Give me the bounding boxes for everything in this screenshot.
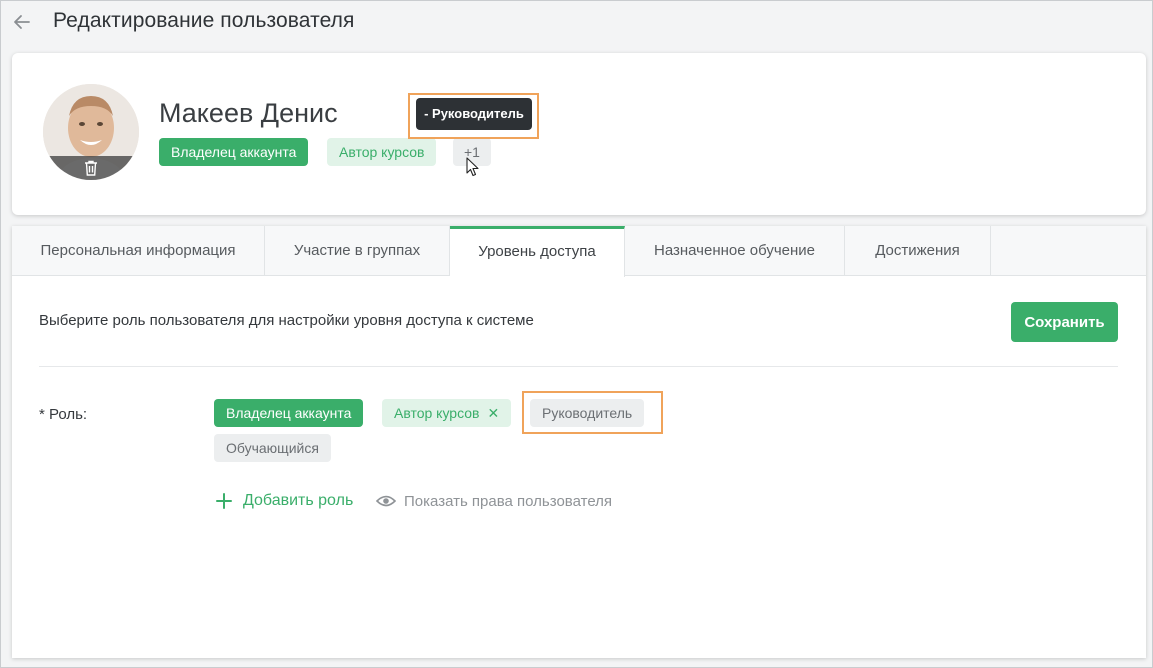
tab-groups[interactable]: Участие в группах: [265, 226, 450, 276]
avatar-delete-overlay[interactable]: [43, 156, 139, 180]
role-tag-learner[interactable]: Обучающийся: [214, 434, 331, 462]
profile-role-tag-author: Автор курсов: [327, 138, 437, 166]
divider: [39, 366, 1118, 367]
show-rights-link[interactable]: Показать права пользователя: [376, 490, 612, 512]
access-description: Выберите роль пользователя для настройки…: [39, 312, 534, 329]
tab-personal-info[interactable]: Персональная информация: [12, 226, 265, 276]
show-rights-label: Показать права пользователя: [404, 492, 613, 510]
roles-tooltip: - Руководитель: [416, 98, 532, 130]
role-tag-author-label: Автор курсов: [394, 405, 480, 421]
role-tag-author[interactable]: Автор курсов ✕: [382, 399, 512, 427]
role-highlight-frame: [522, 391, 663, 434]
close-icon[interactable]: ✕: [487, 405, 499, 421]
avatar[interactable]: [43, 84, 139, 180]
user-name: Макеев Денис: [159, 98, 338, 128]
tab-assigned-training[interactable]: Назначенное обучение: [625, 226, 845, 276]
role-tag-owner[interactable]: Владелец аккаунта: [214, 399, 364, 427]
add-role-label: Добавить роль: [243, 492, 354, 509]
tab-access-level[interactable]: Уровень доступа: [450, 226, 625, 277]
profile-role-tag-owner: Владелец аккаунта: [159, 138, 309, 166]
eye-icon: [376, 495, 396, 507]
add-role-button[interactable]: Добавить роль: [215, 490, 353, 512]
profile-card: Макеев Денис Владелец аккаунта Автор кур…: [12, 53, 1146, 215]
save-button[interactable]: Сохранить: [1011, 302, 1118, 342]
page-header: Редактирование пользователя: [0, 0, 1151, 44]
tabs-bar: Персональная информация Участие в группа…: [12, 226, 1146, 277]
arrow-left-icon: [14, 15, 30, 29]
page-title: Редактирование пользователя: [53, 9, 355, 32]
back-button[interactable]: [10, 10, 34, 34]
trash-icon: [85, 160, 97, 176]
role-field-label: * Роль:: [39, 406, 88, 423]
mouse-cursor-icon: [466, 157, 479, 177]
content-card: Персональная информация Участие в группа…: [12, 226, 1146, 658]
tab-achievements[interactable]: Достижения: [845, 226, 991, 276]
plus-icon: [216, 493, 232, 509]
